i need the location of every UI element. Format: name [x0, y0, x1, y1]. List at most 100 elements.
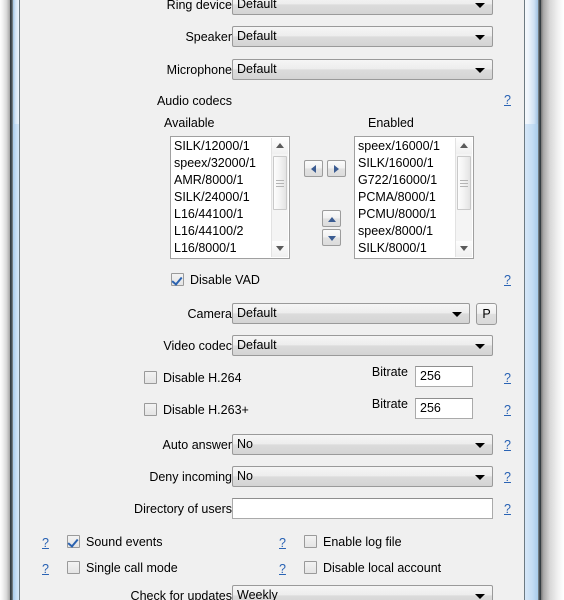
sound-events-label: Sound events: [86, 535, 163, 549]
row-video-codec: Video codec Default: [20, 335, 524, 357]
available-codecs-caption: Available: [164, 116, 215, 130]
deny-incoming-combobox[interactable]: No: [232, 466, 493, 487]
arrow-up-icon: [328, 217, 336, 222]
move-codec-up-button[interactable]: [322, 210, 341, 227]
help-link-enable-log-file[interactable]: ?: [279, 536, 286, 550]
row-check-for-updates: Check for updates Weekly: [20, 585, 524, 600]
chevron-down-icon: [475, 475, 485, 480]
single-call-mode-checkbox[interactable]: [67, 561, 80, 574]
h264-bitrate-input[interactable]: 256: [415, 366, 473, 387]
h263p-bitrate-input[interactable]: 256: [415, 398, 473, 419]
sound-events-checkbox[interactable]: [67, 535, 80, 548]
ring-device-value: Default: [237, 0, 277, 11]
chevron-down-icon: [475, 443, 485, 448]
auto-answer-label: Auto answer: [162, 438, 232, 452]
list-item[interactable]: SILK/8000/1: [358, 240, 450, 257]
help-link-disable-vad[interactable]: ?: [504, 273, 511, 287]
video-codec-label: Video codec: [163, 339, 232, 353]
list-item[interactable]: G722/16000/1: [358, 172, 450, 189]
help-link-auto-answer[interactable]: ?: [504, 438, 511, 452]
help-link-sound-events[interactable]: ?: [42, 536, 49, 550]
scroll-down-icon[interactable]: [272, 241, 288, 257]
move-codec-left-button[interactable]: [304, 160, 323, 177]
speaker-label: Speaker: [185, 30, 232, 44]
help-link-disable-local-account[interactable]: ?: [279, 562, 286, 576]
enable-log-file-label: Enable log file: [323, 535, 402, 549]
list-item[interactable]: L16/8000/1: [174, 240, 266, 257]
disable-vad-label: Disable VAD: [190, 273, 260, 287]
list-item[interactable]: L16/44100/2: [174, 223, 266, 240]
camera-combobox[interactable]: Default: [232, 303, 470, 324]
list-item[interactable]: speex/8000/1: [358, 223, 450, 240]
video-codec-value: Default: [237, 338, 277, 352]
list-item[interactable]: SILK/16000/1: [358, 155, 450, 172]
list-item[interactable]: AMR/8000/1: [174, 172, 266, 189]
disable-h263p-checkbox[interactable]: [144, 403, 157, 416]
auto-answer-combobox[interactable]: No: [232, 434, 493, 455]
deny-incoming-value: No: [237, 469, 253, 483]
microphone-combobox[interactable]: Default: [232, 59, 493, 80]
list-item[interactable]: PCMA/8000/1: [358, 189, 450, 206]
check-for-updates-combobox[interactable]: Weekly: [232, 585, 493, 600]
settings-client-area: Ring device Default Speaker Default Micr…: [20, 0, 524, 600]
scroll-down-icon[interactable]: [456, 241, 472, 257]
list-item[interactable]: PCMU/8000/1: [358, 206, 450, 223]
video-codec-combobox[interactable]: Default: [232, 335, 493, 356]
scroll-up-icon[interactable]: [272, 138, 288, 154]
disable-vad-checkbox[interactable]: [171, 273, 184, 286]
enabled-codecs-scrollbar[interactable]: [455, 138, 472, 257]
settings-dialog-window: Ring device Default Speaker Default Micr…: [0, 0, 564, 600]
enabled-codecs-caption: Enabled: [368, 116, 414, 130]
help-link-h263p[interactable]: ?: [504, 403, 511, 417]
h264-bitrate-label: Bitrate: [371, 365, 408, 379]
help-link-directory-of-users[interactable]: ?: [504, 502, 511, 516]
chevron-down-icon: [475, 3, 485, 8]
list-item[interactable]: L16/44100/1: [174, 206, 266, 223]
disable-local-account-checkbox[interactable]: [304, 561, 317, 574]
directory-of-users-label: Directory of users: [134, 502, 232, 516]
check-for-updates-value: Weekly: [237, 588, 278, 600]
camera-value: Default: [237, 306, 277, 320]
enabled-codecs-listbox[interactable]: speex/16000/1 SILK/16000/1 G722/16000/1 …: [354, 136, 474, 259]
scrollbar-thumb[interactable]: [273, 156, 287, 210]
help-link-deny-incoming[interactable]: ?: [504, 470, 511, 484]
deny-incoming-label: Deny incoming: [149, 470, 232, 484]
move-codec-down-button[interactable]: [322, 229, 341, 246]
scrollbar-thumb[interactable]: [457, 156, 471, 210]
move-codec-right-button[interactable]: [327, 160, 346, 177]
help-link-single-call-mode[interactable]: ?: [42, 562, 49, 576]
row-speaker: Speaker Default: [20, 26, 524, 48]
ring-device-combobox[interactable]: Default: [232, 0, 493, 15]
available-codecs-listbox[interactable]: SILK/12000/1 speex/32000/1 AMR/8000/1 SI…: [170, 136, 290, 259]
row-camera: Camera Default P: [20, 303, 524, 325]
microphone-label: Microphone: [166, 63, 232, 77]
check-for-updates-label: Check for updates: [130, 589, 232, 600]
list-item[interactable]: SILK/12000/1: [174, 138, 266, 155]
window-frame-border-right: [538, 0, 541, 600]
camera-preview-button[interactable]: P: [476, 303, 497, 325]
disable-local-account-label: Disable local account: [323, 561, 442, 575]
list-item[interactable]: SILK/24000/1: [174, 189, 266, 206]
disable-h263p-label: Disable H.263+: [163, 403, 249, 417]
enable-log-file-checkbox[interactable]: [304, 535, 317, 548]
disable-h264-checkbox[interactable]: [144, 371, 157, 384]
row-deny-incoming: Deny incoming No ?: [20, 466, 524, 488]
arrow-down-icon: [328, 236, 336, 241]
microphone-value: Default: [237, 62, 277, 76]
available-codecs-scrollbar[interactable]: [271, 138, 288, 257]
help-link-audio-codecs[interactable]: ?: [504, 93, 511, 107]
available-codecs-items: SILK/12000/1 speex/32000/1 AMR/8000/1 SI…: [174, 138, 266, 257]
arrow-left-icon: [311, 165, 316, 173]
disable-h264-label: Disable H.264: [163, 371, 242, 385]
list-item[interactable]: speex/16000/1: [358, 138, 450, 155]
row-auto-answer: Auto answer No ?: [20, 434, 524, 456]
h263p-bitrate-label: Bitrate: [371, 397, 408, 411]
scroll-up-icon[interactable]: [456, 138, 472, 154]
speaker-combobox[interactable]: Default: [232, 26, 493, 47]
speaker-value: Default: [237, 29, 277, 43]
directory-of-users-input[interactable]: [232, 498, 493, 519]
arrow-right-icon: [334, 165, 339, 173]
chevron-down-icon: [475, 68, 485, 73]
list-item[interactable]: speex/32000/1: [174, 155, 266, 172]
help-link-h264[interactable]: ?: [504, 371, 511, 385]
